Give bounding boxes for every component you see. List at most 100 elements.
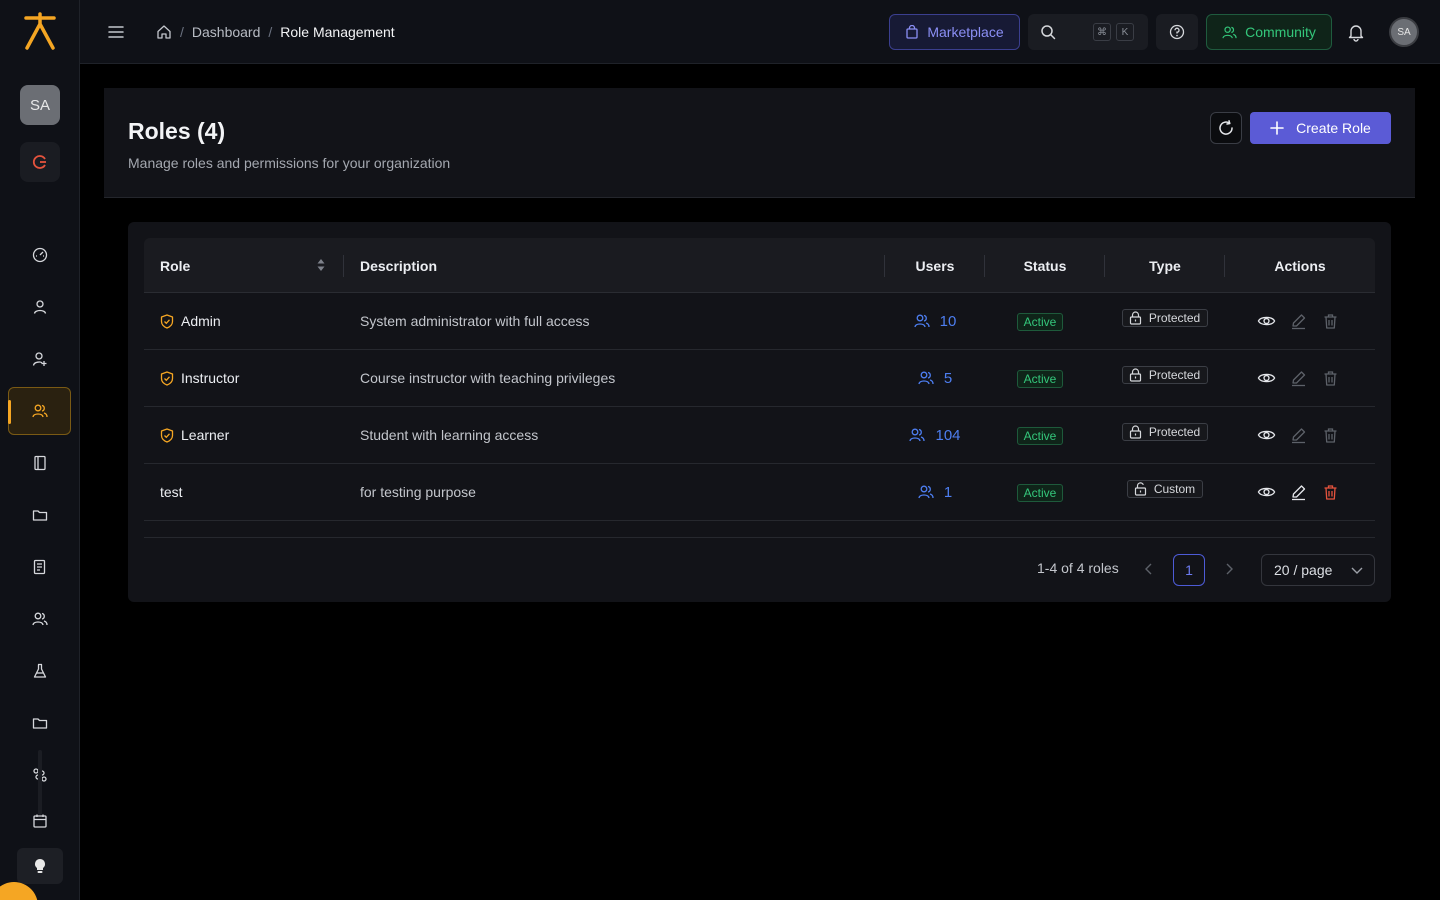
view-eye-icon[interactable] [1257, 312, 1276, 331]
help-button[interactable] [1156, 14, 1198, 50]
nav-calendar[interactable] [8, 801, 71, 841]
user-count: 10 [939, 312, 957, 330]
type-cell: Protected [1105, 350, 1225, 406]
sort-icon[interactable] [316, 257, 326, 278]
nav-files[interactable] [8, 491, 71, 539]
workspace-avatar[interactable]: SA [20, 85, 60, 125]
table-header: Role Description Users Status Type Actio… [144, 238, 1375, 293]
delete-trash-icon [1321, 312, 1340, 331]
pagination-prev-icon[interactable] [1141, 560, 1157, 578]
nav-roles[interactable] [8, 387, 71, 435]
nav-courses[interactable] [8, 439, 71, 487]
status-badge: Active [1016, 484, 1064, 502]
page-size-select[interactable]: 20 / page [1261, 554, 1375, 586]
nav-reports[interactable] [8, 543, 71, 591]
type-label: Protected [1148, 368, 1201, 382]
row-actions [1257, 407, 1340, 463]
status-badge: Active [1016, 427, 1064, 445]
role-name: Instructor [181, 370, 240, 386]
role-users-link[interactable]: 10 [885, 293, 985, 349]
delete-trash-icon[interactable] [1321, 483, 1340, 502]
edit-pencil-icon[interactable] [1289, 483, 1308, 502]
role-users-link[interactable]: 1 [885, 464, 985, 520]
column-header-role[interactable]: Role [160, 238, 190, 293]
view-eye-icon[interactable] [1257, 426, 1276, 445]
status-badge: Active [1016, 370, 1064, 388]
shopping-bag-icon [906, 25, 919, 39]
home-icon[interactable] [156, 24, 172, 40]
flask-icon [33, 663, 46, 678]
nav-dashboard[interactable] [8, 231, 71, 279]
lock-icon [1129, 311, 1142, 325]
roles-table: Role Description Users Status Type Actio… [128, 222, 1391, 602]
status-cell: Active [985, 293, 1095, 349]
notifications-bell-icon[interactable] [1346, 22, 1366, 42]
lightbulb-icon [35, 859, 45, 873]
role-description: System administrator with full access [360, 313, 590, 329]
menu-toggle-icon[interactable] [107, 22, 125, 42]
topbar: / Dashboard / Role Management Marketplac… [80, 0, 1440, 64]
report-icon [33, 559, 45, 575]
column-header-type: Type [1149, 257, 1181, 274]
users-icon [918, 484, 934, 500]
table-row[interactable]: Learner Student with learning access 104 Ac… [144, 407, 1375, 464]
pagination-page-1[interactable]: 1 [1173, 554, 1205, 586]
nav-user-add[interactable] [8, 335, 71, 383]
breadcrumb-separator: / [180, 24, 184, 40]
table-row[interactable]: Instructor Course instructor with teachin… [144, 350, 1375, 407]
status-badge: Active [1016, 313, 1064, 331]
nav-users[interactable] [8, 283, 71, 331]
role-users-link[interactable]: 104 [885, 407, 985, 463]
plus-icon [1270, 121, 1284, 135]
page-title: Roles (4) [128, 118, 226, 144]
type-cell: Protected [1105, 293, 1225, 349]
people-icon [31, 612, 48, 626]
column-header-users: Users [915, 257, 955, 274]
shortcut-k-key: K [1116, 23, 1134, 41]
book-icon [33, 455, 46, 471]
refresh-button[interactable] [1210, 112, 1242, 144]
breadcrumb: / Dashboard / Role Management [156, 22, 395, 42]
folder-icon [32, 718, 47, 729]
edit-pencil-icon [1289, 426, 1308, 445]
pagination-summary: 1-4 of 4 roles [1037, 560, 1119, 576]
role-description: for testing purpose [360, 484, 476, 500]
nav-groups[interactable] [8, 595, 71, 643]
view-eye-icon[interactable] [1257, 369, 1276, 388]
user-avatar[interactable]: SA [1389, 17, 1419, 47]
search-button[interactable]: ⌘ K [1028, 14, 1148, 50]
page-size-value: 20 / page [1274, 562, 1333, 578]
role-name: Learner [181, 427, 230, 443]
integration-icon[interactable] [20, 142, 60, 182]
type-label: Custom [1153, 482, 1196, 496]
role-users-link[interactable]: 5 [885, 350, 985, 406]
community-label: Community [1245, 24, 1316, 40]
tips-button[interactable] [17, 848, 63, 884]
role-description: Course instructor with teaching privileg… [360, 370, 616, 386]
table-row[interactable]: Admin System administrator with full acce… [144, 293, 1375, 350]
row-actions [1257, 350, 1340, 406]
help-circle-icon [1169, 24, 1185, 40]
role-name-cell: test [160, 464, 183, 520]
role-name-cell: Admin [160, 293, 221, 349]
breadcrumb-current: Role Management [280, 24, 395, 40]
nav-folders[interactable] [8, 699, 71, 747]
shortcut-cmd-key: ⌘ [1093, 23, 1111, 41]
pagination-next-icon[interactable] [1221, 560, 1237, 578]
table-row[interactable]: test for testing purpose 1 Active Custom [144, 464, 1375, 521]
view-eye-icon[interactable] [1257, 483, 1276, 502]
column-header-actions: Actions [1274, 257, 1326, 274]
search-icon [1041, 25, 1056, 40]
create-role-button[interactable]: Create Role [1250, 112, 1391, 144]
help-launcher[interactable] [0, 882, 38, 900]
nav-labs[interactable] [8, 647, 71, 695]
folder-icon [32, 510, 47, 521]
app-logo[interactable] [22, 12, 58, 52]
page-header: Roles (4) Manage roles and permissions f… [104, 88, 1415, 198]
delete-trash-icon [1321, 426, 1340, 445]
status-cell: Active [985, 407, 1095, 463]
create-role-label: Create Role [1296, 120, 1371, 136]
breadcrumb-dashboard[interactable]: Dashboard [192, 24, 261, 40]
community-button[interactable]: Community [1206, 14, 1332, 50]
marketplace-button[interactable]: Marketplace [889, 14, 1020, 50]
